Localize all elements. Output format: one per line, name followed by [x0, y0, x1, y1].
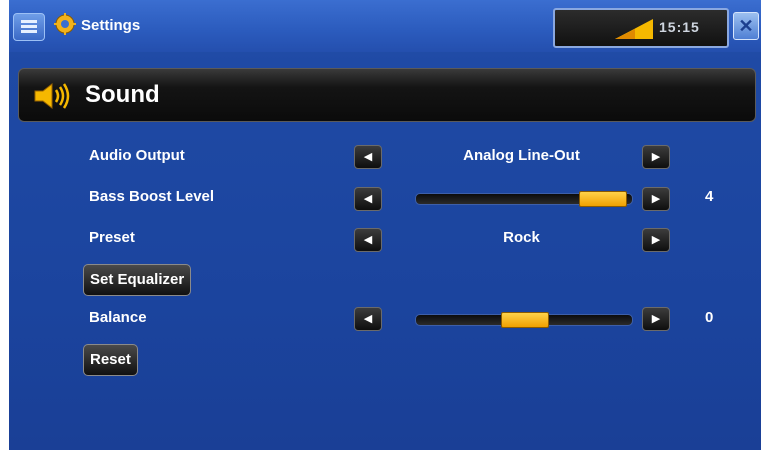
- balance-value: 0: [705, 309, 714, 326]
- preset-value: Rock: [503, 229, 540, 246]
- preset-label: Preset: [89, 229, 135, 246]
- balance-increase-button[interactable]: ▶: [642, 307, 670, 331]
- balance-slider-thumb[interactable]: [501, 312, 549, 328]
- audio-output-label: Audio Output: [89, 147, 185, 164]
- preset-next-button[interactable]: ▶: [642, 228, 670, 252]
- bass-boost-slider-thumb[interactable]: [579, 191, 627, 207]
- audio-output-prev-button[interactable]: ◀: [354, 145, 382, 169]
- balance-decrease-button[interactable]: ◀: [354, 307, 382, 331]
- settings-gear-icon: [54, 13, 76, 35]
- bass-boost-decrease-button[interactable]: ◀: [354, 187, 382, 211]
- device-screen: Settings 15:15 ✕ Sound Audio Output ◀ An…: [9, 0, 761, 450]
- balance-slider[interactable]: [415, 312, 633, 328]
- set-equalizer-button[interactable]: Set Equalizer: [83, 264, 192, 296]
- menu-icon[interactable]: [13, 13, 45, 41]
- app-title: Settings: [81, 17, 141, 34]
- speaker-icon: [34, 82, 70, 110]
- close-icon[interactable]: ✕: [733, 12, 759, 40]
- bass-boost-slider[interactable]: [415, 191, 633, 207]
- bass-boost-label: Bass Boost Level: [89, 188, 215, 205]
- signal-strength-icon: [615, 19, 653, 39]
- audio-output-value: Analog Line-Out: [463, 147, 580, 164]
- status-box: 15:15: [553, 8, 729, 48]
- clock: 15:15: [659, 19, 700, 35]
- top-bar: Settings 15:15 ✕: [9, 0, 761, 52]
- bass-boost-increase-button[interactable]: ▶: [642, 187, 670, 211]
- reset-button[interactable]: Reset: [83, 344, 138, 376]
- section-title: Sound: [85, 81, 160, 108]
- bass-boost-value: 4: [705, 188, 714, 205]
- balance-label: Balance: [89, 309, 147, 326]
- section-header: Sound: [18, 68, 756, 122]
- preset-prev-button[interactable]: ◀: [354, 228, 382, 252]
- audio-output-next-button[interactable]: ▶: [642, 145, 670, 169]
